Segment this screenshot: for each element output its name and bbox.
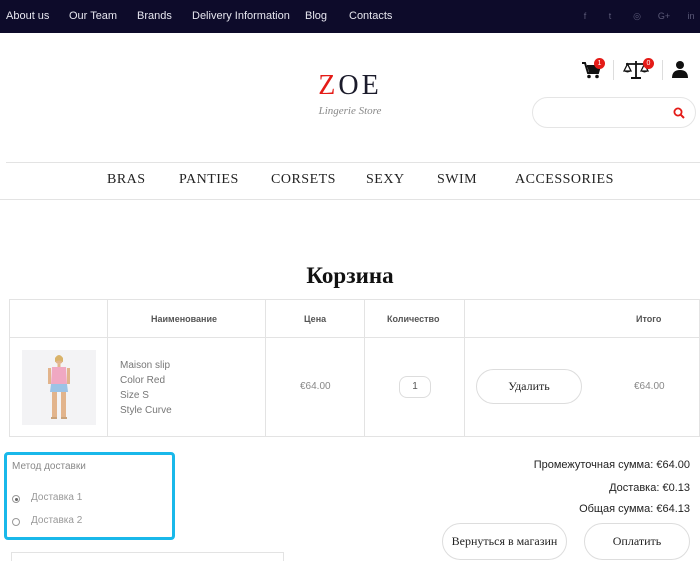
link-contacts[interactable]: Contacts — [349, 10, 392, 22]
nav-divider-bottom — [0, 199, 700, 200]
google-plus-icon[interactable]: G+ — [657, 10, 671, 22]
logo[interactable]: ZOE — [300, 70, 400, 102]
link-about-us[interactable]: About us — [6, 10, 49, 22]
twitter-icon[interactable]: t — [603, 10, 617, 22]
lower-panel-frame — [11, 552, 284, 561]
grand-total: Общая сумма: €64.13 — [579, 503, 690, 515]
nav-divider-top — [6, 162, 700, 163]
subtotal: Промежуточная сумма: €64.00 — [533, 459, 690, 471]
nav-swim[interactable]: SWIM — [437, 172, 477, 188]
quantity-input[interactable]: 1 — [399, 376, 431, 398]
product-price: €64.00 — [300, 381, 331, 392]
link-brands[interactable]: Brands — [137, 10, 172, 22]
header-quantity: Количество — [387, 314, 440, 324]
product-color: Color Red — [120, 375, 166, 386]
product-info: Maison slip Color Red Size S Style Curve — [120, 358, 172, 418]
header-total: Итого — [636, 314, 662, 324]
col-divider — [107, 300, 108, 436]
search-icon[interactable] — [673, 106, 685, 124]
delivery-method-panel: Метод доставки Доставка 1 Доставка 2 — [4, 452, 175, 540]
user-icon[interactable] — [672, 60, 688, 78]
cart-header-row — [10, 300, 699, 338]
delivery-option-2-label[interactable]: Доставка 2 — [31, 515, 82, 526]
delivery-method-title: Метод доставки — [12, 461, 86, 472]
link-blog[interactable]: Blog — [305, 10, 327, 22]
nav-bras[interactable]: BRAS — [107, 172, 146, 188]
delete-button[interactable]: Удалить — [476, 369, 582, 404]
delivery-option-1-label[interactable]: Доставка 1 — [31, 492, 82, 503]
cart-table: Наименование Цена Количество Итого Maiso… — [9, 299, 700, 437]
cart-count-badge: 1 — [594, 58, 605, 69]
compare-count-badge: 0 — [643, 58, 654, 69]
nav-corsets[interactable]: CORSETS — [271, 172, 336, 188]
logo-rest: OE — [338, 70, 382, 101]
header-price: Цена — [304, 314, 327, 324]
col-divider — [265, 300, 266, 436]
link-our-team[interactable]: Our Team — [69, 10, 117, 22]
header-divider-2 — [662, 60, 663, 80]
pay-button[interactable]: Оплатить — [584, 523, 690, 560]
col-divider — [464, 300, 465, 436]
search-input[interactable] — [545, 104, 665, 122]
product-image[interactable] — [22, 350, 96, 425]
page-title: Корзина — [306, 263, 394, 288]
instagram-icon[interactable]: ◎ — [630, 10, 644, 22]
link-delivery-information[interactable]: Delivery Information — [192, 10, 290, 22]
back-to-shop-button[interactable]: Вернуться в магазин — [442, 523, 567, 560]
facebook-icon[interactable]: f — [578, 10, 592, 22]
delivery-option-2-radio[interactable] — [12, 518, 20, 526]
nav-accessories[interactable]: ACCESSORIES — [515, 172, 614, 188]
header-name: Наименование — [151, 314, 218, 324]
search-box[interactable] — [532, 97, 696, 128]
shipping-cost: Доставка: €0.13 — [609, 482, 690, 494]
product-total: €64.00 — [634, 381, 665, 392]
col-divider — [364, 300, 365, 436]
linkedin-icon[interactable]: in — [684, 10, 698, 22]
nav-sexy[interactable]: SEXY — [366, 172, 405, 188]
delivery-option-1-radio[interactable] — [12, 495, 20, 503]
product-size: Size S — [120, 390, 149, 401]
product-photo — [22, 350, 96, 425]
nav-panties[interactable]: PANTIES — [179, 172, 239, 188]
logo-initial: Z — [318, 70, 339, 101]
user-icon-glyph — [672, 61, 688, 78]
product-style: Style Curve — [120, 405, 172, 416]
top-bar: About us Our Team Brands Delivery Inform… — [0, 0, 700, 33]
product-name[interactable]: Maison slip — [120, 358, 172, 373]
header-divider — [613, 60, 614, 80]
logo-tagline: Lingerie Store — [318, 105, 382, 117]
